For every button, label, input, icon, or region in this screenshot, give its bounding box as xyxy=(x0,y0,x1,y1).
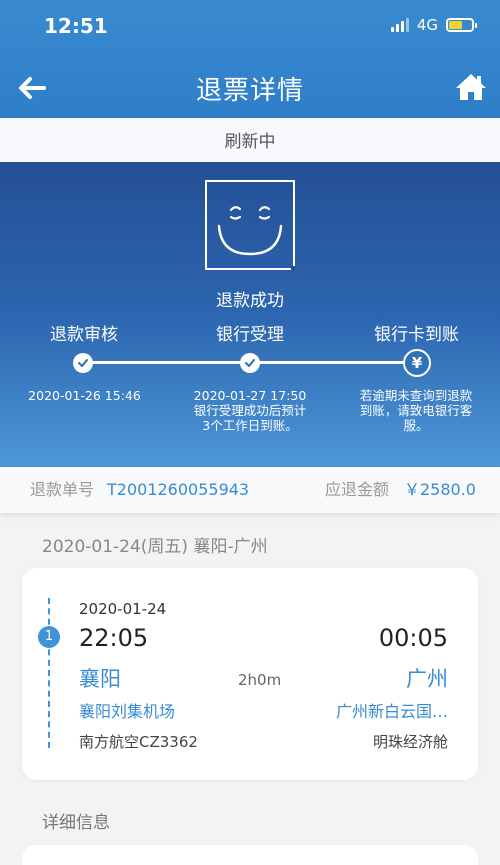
segment-number-badge: 1 xyxy=(38,626,60,648)
flight-date: 2020-01-24 xyxy=(79,600,167,618)
step-time: 2020-01-26 15:46 xyxy=(28,388,141,403)
signal-icon xyxy=(390,18,409,32)
detail-section-title: 详细信息 xyxy=(42,813,110,833)
step-review-detail: 2020-01-26 15:46 xyxy=(22,388,147,403)
arrive-airport: 广州新白云国… xyxy=(335,702,448,721)
step-bank-detail: 2020-01-27 17:50 银行受理成功后预计3个工作日到账。 xyxy=(190,388,310,433)
refresh-indicator: 刷新中 xyxy=(0,118,500,162)
top-bar: 12:51 4G 退票详情 xyxy=(0,0,500,118)
check-icon xyxy=(78,359,88,367)
page-title: 退票详情 xyxy=(195,76,304,106)
step-desc-text: 若逾期未查询到退款到账，请致电银行客服。 xyxy=(359,388,473,433)
battery-icon xyxy=(446,18,477,32)
depart-airport: 襄阳刘集机场 xyxy=(79,702,176,721)
home-button[interactable] xyxy=(454,70,488,104)
step-done-node xyxy=(73,353,93,373)
depart-time: 22:05 xyxy=(79,624,149,652)
cabin-class: 明珠经济舱 xyxy=(372,733,448,751)
step-desc-text: 银行受理成功后预计3个工作日到账。 xyxy=(193,403,307,433)
step-arrival-detail: 若逾期未查询到退款到账，请致电银行客服。 xyxy=(355,388,477,433)
arrive-city: 广州 xyxy=(406,667,448,691)
trip-header: 2020-01-24(周五) 襄阳-广州 xyxy=(42,537,268,557)
refund-status-panel: 退款成功 退款审核 银行受理 银行卡到账 ¥ 2020-01-26 15:46 … xyxy=(0,162,500,467)
network-type: 4G xyxy=(416,16,438,34)
refund-status-text: 退款成功 xyxy=(216,291,284,311)
smiley-face-icon xyxy=(205,180,295,270)
amount-label: 应退金额 xyxy=(325,480,390,499)
yen-icon: ¥ xyxy=(403,349,431,377)
status-indicators: 4G xyxy=(390,16,477,34)
timeline-line xyxy=(48,598,50,748)
home-icon xyxy=(456,74,486,100)
step-label-card-arrival: 银行卡到账 xyxy=(374,325,459,345)
order-no-value: T2001260055943 xyxy=(107,480,250,499)
check-icon xyxy=(245,359,255,367)
amount-value: ￥2580.0 xyxy=(404,480,476,499)
step-label-review: 退款审核 xyxy=(50,325,118,345)
detail-card xyxy=(22,845,478,865)
refund-order-bar: 退款单号 T2001260055943 应退金额 ￥2580.0 xyxy=(0,467,500,513)
flight-number: 南方航空CZ3362 xyxy=(79,733,198,751)
step-time: 2020-01-27 17:50 xyxy=(193,388,307,403)
step-label-bank-accept: 银行受理 xyxy=(216,325,284,345)
status-time: 12:51 xyxy=(44,14,108,38)
depart-city: 襄阳 xyxy=(79,667,121,691)
flight-card[interactable]: 1 2020-01-24 22:05 00:05 襄阳 2h0m 广州 襄阳刘集… xyxy=(22,568,478,780)
arrive-time: 00:05 xyxy=(378,624,448,652)
order-no-label: 退款单号 xyxy=(30,480,95,499)
step-done-node xyxy=(240,353,260,373)
flight-duration: 2h0m xyxy=(238,671,282,689)
